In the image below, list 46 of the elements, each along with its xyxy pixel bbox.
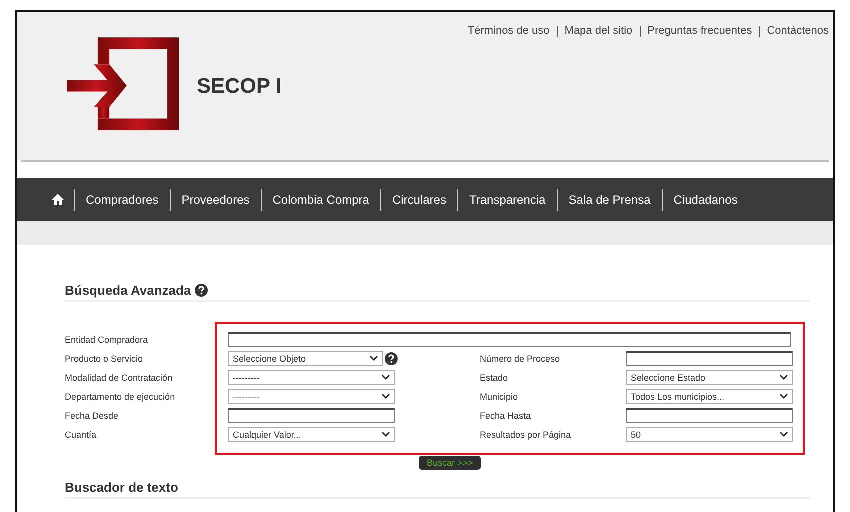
chevron-down-icon [382, 375, 390, 380]
nav-link[interactable]: Sala de Prensa [558, 192, 662, 206]
chevron-down-icon [382, 432, 390, 437]
field-label: Producto o Servicio [65, 354, 144, 364]
header-link[interactable]: Preguntas frecuentes [648, 25, 752, 37]
input-field[interactable] [626, 351, 793, 366]
field-label: Fecha Hasta [479, 410, 532, 420]
field-label: Fecha Desde [65, 410, 120, 420]
field-label: Modalidad de Contratación [65, 372, 174, 382]
nav-link[interactable]: Compradores [75, 192, 170, 206]
input-field[interactable] [228, 332, 791, 347]
field-label: Municipio [479, 392, 520, 402]
input-field[interactable] [228, 408, 395, 423]
chevron-down-icon [382, 394, 390, 399]
site-title: SECOP I [197, 75, 282, 99]
chevron-down-icon [780, 375, 788, 380]
field-label: Entidad Compradora [65, 334, 150, 344]
header-link[interactable]: Contáctenos [767, 25, 829, 37]
header-link[interactable]: Mapa del sitio [564, 25, 633, 37]
header-link[interactable]: Términos de uso [468, 25, 550, 37]
chevron-down-icon [780, 432, 788, 437]
nav-link[interactable]: Proveedores [170, 192, 261, 206]
nav-link[interactable]: Transparencia [458, 192, 557, 206]
dropdown[interactable]: Seleccione Objeto [228, 351, 384, 366]
field-label: Estado [479, 372, 510, 382]
section-title: Buscador de texto [65, 480, 178, 495]
field-label: Departamento de ejecución [65, 392, 176, 402]
nav-link[interactable]: Ciudadanos [662, 192, 749, 206]
nav-link[interactable]: Circulares [381, 192, 458, 206]
field-label: Resultados por Página [479, 430, 572, 440]
home-icon[interactable] [52, 194, 64, 205]
input-field[interactable] [626, 408, 793, 423]
dropdown[interactable]: 50 [626, 427, 793, 442]
chevron-down-icon [780, 394, 788, 399]
help-icon[interactable] [195, 284, 208, 297]
chevron-down-icon [370, 356, 378, 361]
dropdown[interactable]: Seleccione Estado [626, 370, 793, 385]
nav-link[interactable]: Colombia Compra [262, 192, 380, 206]
field-label: Número de Proceso [479, 354, 562, 364]
help-icon[interactable] [385, 352, 398, 366]
search-button[interactable]: Buscar >>> [419, 456, 482, 470]
section-title: Búsqueda Avanzada [65, 283, 192, 298]
dropdown[interactable]: Todos Los municipios... [626, 389, 793, 404]
dropdown[interactable]: Cualquier Valor... [228, 427, 395, 442]
field-label: Cuantía [65, 430, 98, 440]
dropdown[interactable]: --------- [228, 370, 395, 385]
